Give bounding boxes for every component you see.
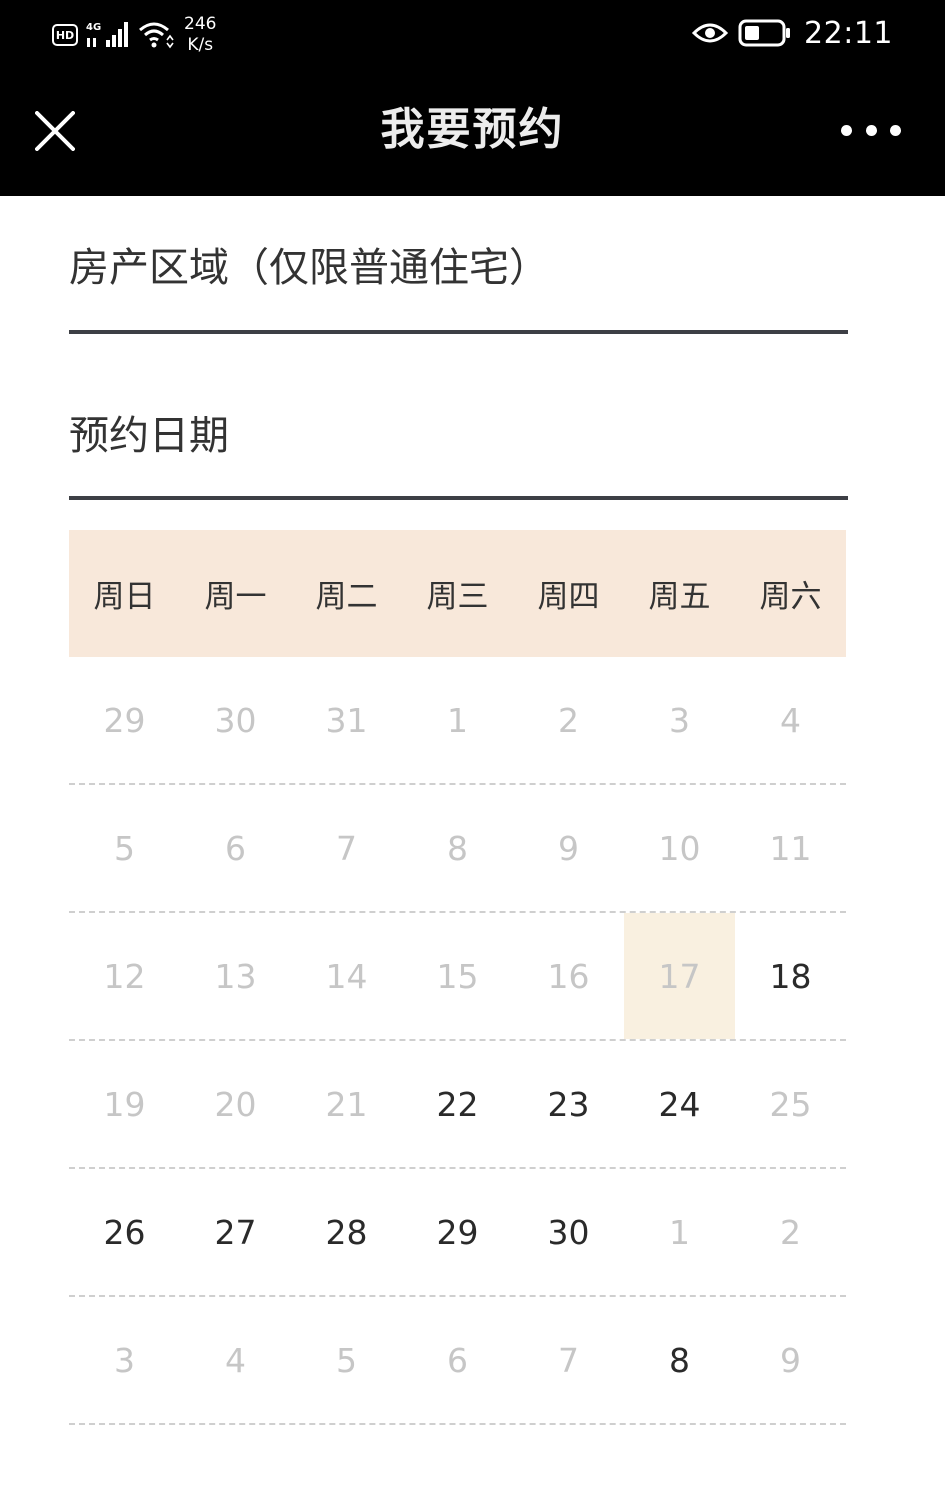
calendar-day: 4 xyxy=(780,700,801,740)
weekday-fri: 周五 xyxy=(648,579,711,615)
calendar-day: 14 xyxy=(325,956,368,996)
calendar-day-available[interactable]: 27 xyxy=(180,1169,291,1295)
status-left-group: HD 4G 246 K/s xyxy=(52,10,216,60)
weekday-thu: 周四 xyxy=(537,579,600,615)
more-dot-icon xyxy=(865,124,877,136)
calendar-weekday-header: 周日 周一 周二 周三 周四 周五 周六 xyxy=(69,530,846,657)
calendar-day-available[interactable]: 24 xyxy=(624,1041,735,1167)
calendar-day: 16 xyxy=(547,956,590,996)
calendar-day: 8 xyxy=(447,828,468,868)
battery-icon xyxy=(738,19,791,47)
calendar-day: 2 xyxy=(558,700,579,740)
calendar-week-row: 19 20 21 22 23 24 25 xyxy=(69,1041,846,1169)
calendar-day: 1 xyxy=(447,700,468,740)
calendar-day: 9 xyxy=(780,1340,801,1380)
region-label: 房产区域（仅限普通住宅） xyxy=(69,245,549,291)
calendar-day: 12 xyxy=(103,956,146,996)
eye-icon xyxy=(692,23,729,43)
calendar-day: 10 xyxy=(658,828,701,868)
date-label: 预约日期 xyxy=(69,413,229,459)
more-dot-icon xyxy=(841,124,852,136)
calendar-day: 19 xyxy=(103,1084,146,1124)
weekday-sat: 周六 xyxy=(759,579,822,615)
nav-bar: 我要预约 xyxy=(0,70,945,196)
calendar-day: 11 xyxy=(769,828,812,868)
more-options-button[interactable] xyxy=(841,114,901,146)
cellular-signal-icon: 4G xyxy=(86,22,128,47)
status-time: 22:11 xyxy=(804,15,893,51)
calendar-day: 29 xyxy=(103,700,146,740)
calendar-day: 5 xyxy=(336,1340,357,1380)
network-speed-value: 246 xyxy=(184,14,217,34)
calendar-day-available[interactable]: 26 xyxy=(69,1169,180,1295)
status-bar: HD 4G 246 K/s 22:11 xyxy=(0,0,945,70)
calendar-day-available[interactable]: 22 xyxy=(402,1041,513,1167)
calendar-day-available[interactable]: 30 xyxy=(513,1169,624,1295)
calendar-day: 3 xyxy=(114,1340,135,1380)
calendar-day-available[interactable]: 8 xyxy=(624,1297,735,1423)
calendar-day-available[interactable]: 28 xyxy=(291,1169,402,1295)
calendar-day: 21 xyxy=(325,1084,368,1124)
calendar-day-today: 17 xyxy=(624,913,735,1039)
page-title: 我要预约 xyxy=(380,104,565,155)
weekday-wed: 周三 xyxy=(426,579,489,615)
region-field[interactable]: 房产区域（仅限普通住宅） xyxy=(69,196,848,334)
calendar-day: 7 xyxy=(558,1340,579,1380)
calendar-day: 31 xyxy=(325,700,368,740)
status-right-group: 22:11 xyxy=(692,10,893,56)
calendar-day-available[interactable]: 23 xyxy=(513,1041,624,1167)
calendar-day: 13 xyxy=(214,956,257,996)
calendar-day: 5 xyxy=(114,828,135,868)
calendar-day: 7 xyxy=(336,828,357,868)
calendar-grid: 29 30 31 1 2 3 4 5 6 7 8 9 10 11 12 13 1… xyxy=(69,657,846,1425)
calendar-week-row: 3 4 5 6 7 8 9 xyxy=(69,1297,846,1425)
weekday-tue: 周二 xyxy=(315,579,378,615)
hd-badge: HD xyxy=(52,24,78,46)
calendar-day: 6 xyxy=(225,828,246,868)
calendar-week-row: 12 13 14 15 16 17 18 xyxy=(69,913,846,1041)
network-type-label: 4G xyxy=(86,22,101,33)
calendar-day: 25 xyxy=(769,1084,812,1124)
calendar-day: 6 xyxy=(447,1340,468,1380)
weekday-sun: 周日 xyxy=(93,579,156,615)
weekday-mon: 周一 xyxy=(204,579,267,615)
calendar-day: 1 xyxy=(669,1212,690,1252)
calendar-day: 15 xyxy=(436,956,479,996)
calendar-day: 3 xyxy=(669,700,690,740)
network-speed: 246 K/s xyxy=(184,14,216,56)
calendar-day: 20 xyxy=(214,1084,257,1124)
calendar-week-row: 26 27 28 29 30 1 2 xyxy=(69,1169,846,1297)
calendar-day: 9 xyxy=(558,828,579,868)
more-dot-icon xyxy=(890,124,901,136)
calendar-day: 4 xyxy=(225,1340,246,1380)
calendar-day-available[interactable]: 29 xyxy=(402,1169,513,1295)
calendar-day-available[interactable]: 18 xyxy=(735,913,846,1039)
calendar-day: 2 xyxy=(780,1212,801,1252)
calendar-week-row: 5 6 7 8 9 10 11 xyxy=(69,785,846,913)
date-field[interactable]: 预约日期 xyxy=(69,334,848,500)
wifi-icon xyxy=(139,22,174,49)
calendar-day: 30 xyxy=(214,700,257,740)
network-speed-unit: K/s xyxy=(187,35,214,55)
calendar-week-row: 29 30 31 1 2 3 4 xyxy=(69,657,846,785)
